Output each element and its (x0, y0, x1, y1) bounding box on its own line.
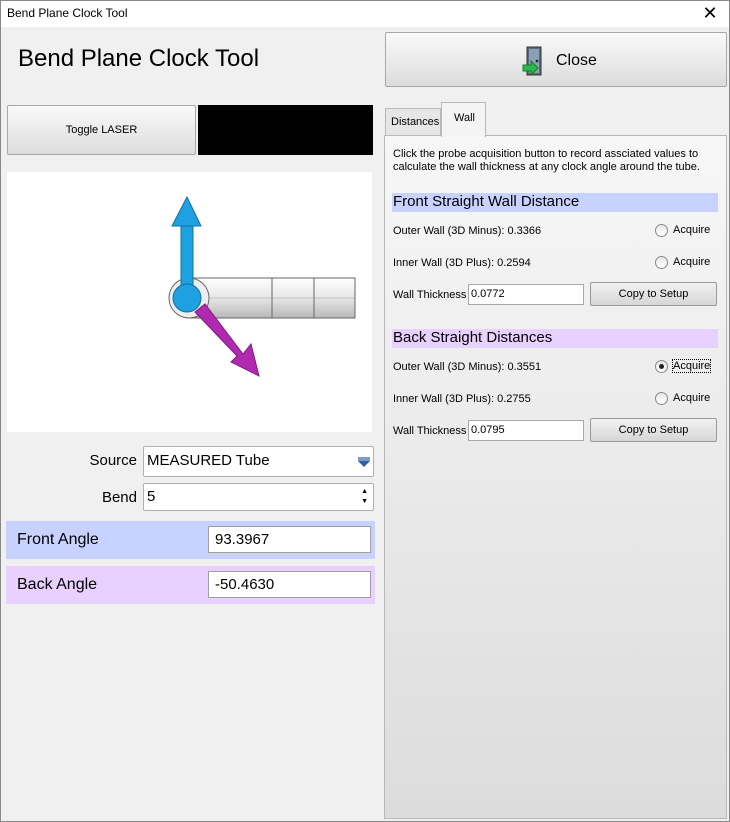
app-window: Bend Plane Clock Tool ✕ Bend Plane Clock… (0, 0, 730, 822)
front-angle-row: Front Angle 93.3967 (6, 521, 375, 559)
tube-3d-view[interactable] (7, 172, 372, 432)
toggle-laser-button[interactable]: Toggle LASER (7, 105, 196, 155)
back-wall-section-title: Back Straight Distances (392, 329, 718, 348)
source-select[interactable]: MEASURED Tube (143, 446, 374, 477)
close-button[interactable]: Close (385, 32, 727, 87)
bend-label: Bend (101, 489, 137, 506)
tab-distances[interactable]: Distances (385, 108, 441, 135)
chevron-down-icon (358, 457, 370, 467)
front-copy-to-setup-button[interactable]: Copy to Setup (590, 282, 717, 306)
back-wall-thickness-field[interactable]: 0.0795 (468, 420, 584, 441)
radio-icon (655, 360, 668, 373)
front-wall-thickness-label: Wall Thickness (393, 289, 467, 301)
window-close-icon[interactable]: ✕ (697, 3, 723, 25)
bend-value: 5 (147, 488, 156, 505)
back-wall-thickness-label: Wall Thickness (393, 425, 467, 437)
front-inner-wall: Inner Wall (3D Plus): 0.2594 (393, 257, 531, 269)
acquire-label: Acquire (673, 392, 711, 404)
tab-distances-label: Distances (391, 116, 440, 128)
toggle-laser-label: Toggle LASER (65, 124, 138, 136)
back-inner-wall: Inner Wall (3D Plus): 0.2755 (393, 393, 531, 405)
acquire-label: Acquire (673, 224, 711, 236)
page-title: Bend Plane Clock Tool (18, 45, 260, 72)
bend-spinner[interactable]: 5 ▲ ▼ (143, 483, 374, 511)
radio-icon (655, 224, 668, 237)
front-wall-thickness-field[interactable]: 0.0772 (468, 284, 584, 305)
wall-description: Click the probe acquisition button to re… (393, 148, 700, 173)
radio-icon (655, 256, 668, 269)
title-bar: Bend Plane Clock Tool ✕ (1, 1, 729, 27)
window-title: Bend Plane Clock Tool (7, 6, 128, 20)
wall-tab-panel: Click the probe acquisition button to re… (384, 135, 727, 819)
back-copy-to-setup-button[interactable]: Copy to Setup (590, 418, 717, 442)
front-outer-wall: Outer Wall (3D Minus): 0.3366 (393, 225, 542, 237)
back-angle-field[interactable]: -50.4630 (208, 571, 371, 598)
front-wall-section-title: Front Straight Wall Distance (392, 193, 718, 212)
acquire-label: Acquire (671, 359, 712, 373)
spin-down-icon[interactable]: ▼ (361, 498, 368, 506)
tab-wall-label: Wall (454, 112, 475, 124)
front-angle-arrowhead (171, 195, 202, 227)
back-angle-label: Back Angle (17, 576, 98, 593)
acquire-label: Acquire (673, 256, 711, 268)
back-outer-wall: Outer Wall (3D Minus): 0.3551 (393, 361, 542, 373)
back-angle-row: Back Angle -50.4630 (6, 566, 375, 604)
door-exit-icon (522, 46, 542, 77)
bend-plane-origin (172, 283, 202, 313)
laser-status-box (198, 105, 373, 155)
front-angle-field[interactable]: 93.3967 (208, 526, 371, 553)
source-value: MEASURED Tube (147, 452, 270, 469)
front-angle-label: Front Angle (17, 531, 99, 548)
source-label: Source (89, 452, 137, 469)
close-button-label: Close (556, 52, 597, 69)
spin-up-icon[interactable]: ▲ (361, 488, 368, 496)
tab-wall[interactable]: Wall (441, 102, 486, 137)
tube-diagram (168, 195, 356, 377)
radio-icon (655, 392, 668, 405)
